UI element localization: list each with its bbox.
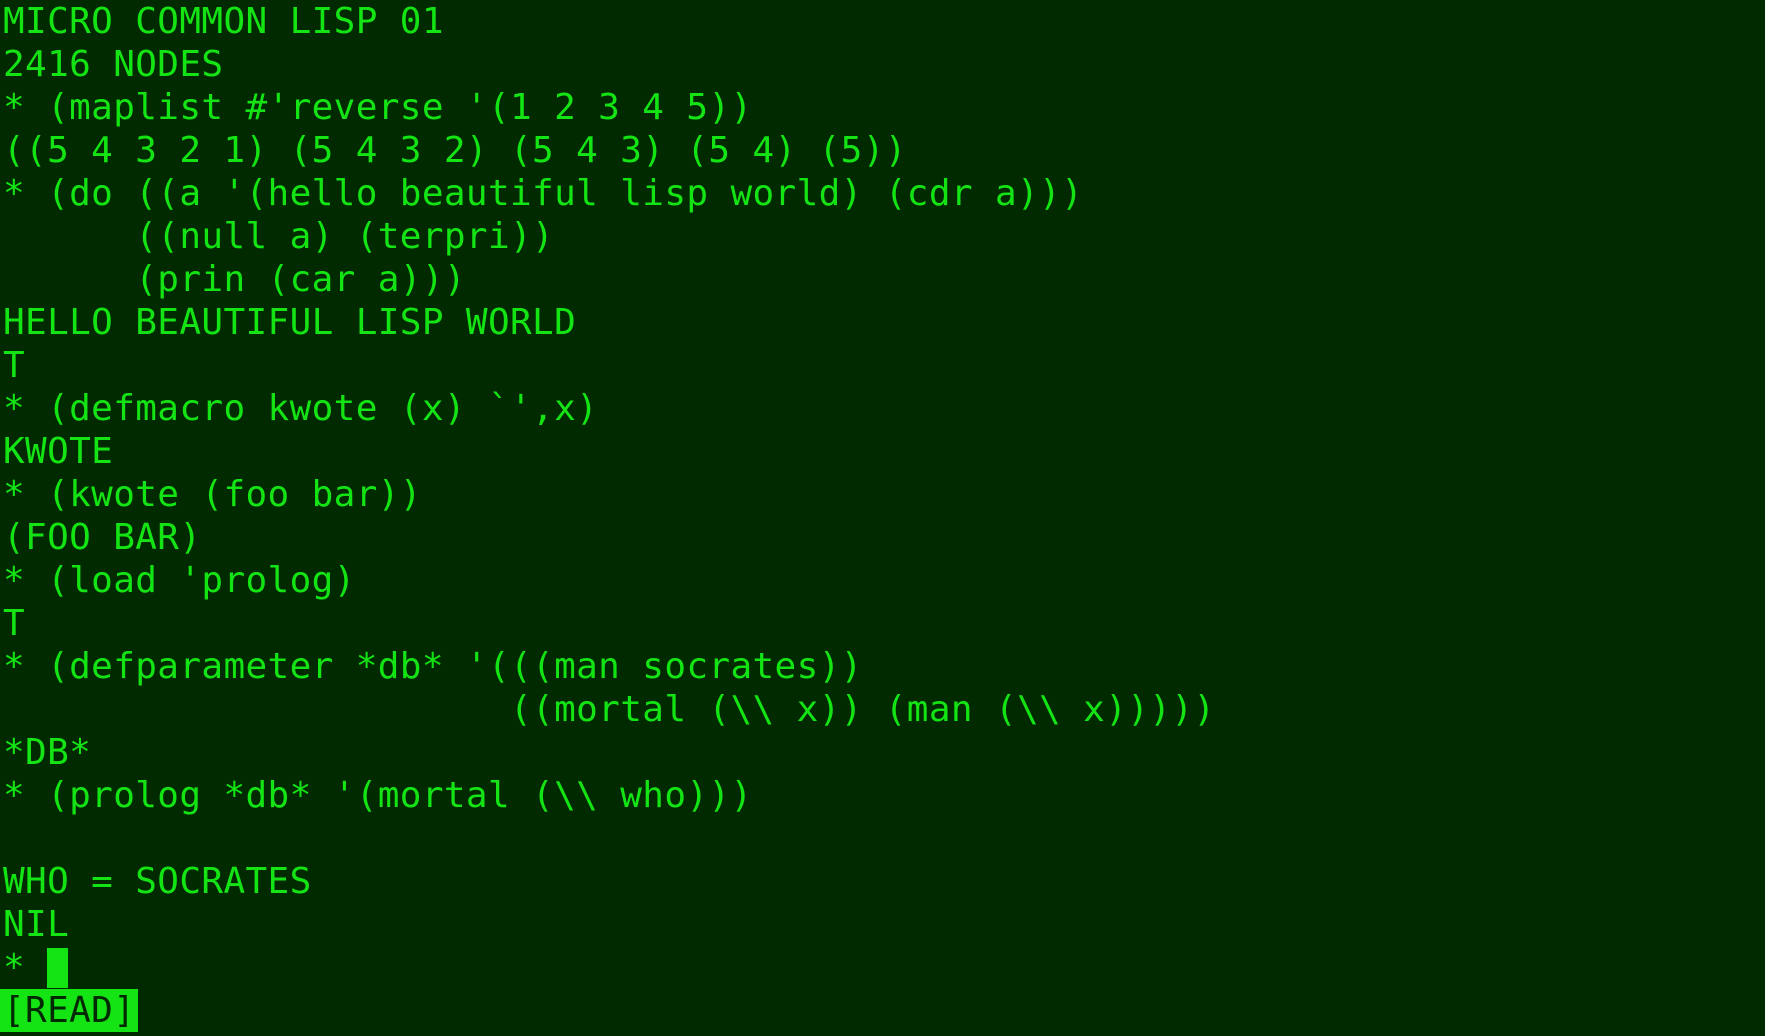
- text-cursor: [47, 948, 69, 988]
- output-line: KWOTE: [3, 431, 114, 472]
- output-line: * (defparameter *db* '(((man socrates)): [3, 646, 863, 687]
- output-line: * (do ((a '(hello beautiful lisp world) …: [3, 173, 1084, 214]
- output-line: ((mortal (\\ x)) (man (\\ x))))): [3, 689, 1216, 730]
- output-line: 2416 NODES: [3, 44, 224, 85]
- output-line: HELLO BEAUTIFUL LISP WORLD: [3, 302, 577, 343]
- output-line: * (prolog *db* '(mortal (\\ who))): [3, 775, 753, 816]
- output-line: MICRO COMMON LISP 01: [3, 1, 444, 42]
- terminal-output: MICRO COMMON LISP 01 2416 NODES * (mapli…: [3, 0, 1765, 946]
- status-line: [READ]: [0, 989, 1765, 1032]
- output-line: WHO = SOCRATES: [3, 861, 312, 902]
- output-line: (FOO BAR): [3, 517, 202, 558]
- input-line[interactable]: *: [3, 946, 1765, 989]
- output-line: NIL: [3, 904, 70, 945]
- output-line: T: [3, 603, 26, 644]
- output-line: * (maplist #'reverse '(1 2 3 4 5)): [3, 87, 753, 128]
- output-line: *DB*: [3, 732, 92, 773]
- output-line: ((5 4 3 2 1) (5 4 3 2) (5 4 3) (5 4) (5)…: [3, 130, 907, 171]
- output-line: * (kwote (foo bar)): [3, 474, 422, 515]
- terminal-window[interactable]: MICRO COMMON LISP 01 2416 NODES * (mapli…: [0, 0, 1765, 1036]
- output-line: (prin (car a))): [3, 259, 466, 300]
- output-line: * (defmacro kwote (x) `',x): [3, 388, 599, 429]
- output-line: T: [3, 345, 26, 386]
- output-line: * (load 'prolog): [3, 560, 356, 601]
- status-indicator: [READ]: [0, 989, 139, 1032]
- output-line: ((null a) (terpri)): [3, 216, 555, 257]
- prompt-symbol: *: [3, 947, 48, 988]
